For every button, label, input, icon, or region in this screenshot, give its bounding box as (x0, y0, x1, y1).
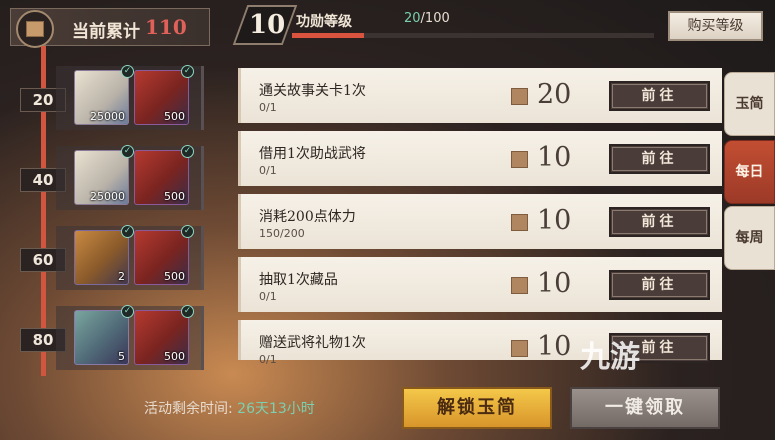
book-icon[interactable]: 500 ✓ (134, 65, 194, 125)
level-title: 功勋等级 (296, 14, 352, 30)
task-title: 借用1次助战武将 (259, 146, 366, 162)
task-points: 10 (537, 268, 572, 299)
task-progress: 0/1 (259, 101, 277, 114)
task-card: 赠送武将礼物1次 0/1 10 前往 (238, 320, 722, 366)
reward-row: 2 ✓ 500 ✓ (56, 225, 204, 290)
tab-yujian[interactable]: 玉简 (724, 72, 775, 136)
task-progress: 0/1 (259, 290, 277, 303)
task-title: 抽取1次藏品 (259, 272, 338, 288)
box-icon (511, 214, 528, 231)
task-progress: 150/200 (259, 227, 305, 240)
check-icon: ✓ (121, 145, 134, 158)
level-progress-total: /100 (420, 11, 450, 26)
level-progress-current: 20 (404, 11, 421, 26)
check-icon: ✓ (181, 65, 194, 78)
go-button[interactable]: 前往 (609, 81, 710, 111)
box-icon (511, 340, 528, 357)
unlock-button[interactable]: 解锁玉简 (402, 387, 552, 429)
go-button[interactable]: 前往 (609, 270, 710, 300)
book-icon[interactable]: 500 ✓ (134, 225, 194, 285)
go-button[interactable]: 前往 (609, 207, 710, 237)
reward-quantity: 25000 (90, 190, 125, 203)
check-icon: ✓ (121, 305, 134, 318)
task-card: 借用1次助战武将 0/1 10 前往 (238, 131, 722, 186)
reward-quantity: 2 (118, 270, 125, 283)
reward-quantity: 500 (164, 350, 185, 363)
box-icon (511, 151, 528, 168)
reward-quantity: 25000 (90, 110, 125, 123)
reward-quantity: 500 (164, 190, 185, 203)
bag-icon[interactable]: 5 ✓ (74, 305, 134, 365)
reward-row: 25000 ✓ 500 ✓ (56, 145, 204, 210)
remaining-time-label: 活动剩余时间: (144, 401, 233, 417)
remaining-time-value: 26天13小时 (237, 401, 315, 417)
cumulative-value: 110 (145, 15, 187, 39)
task-points: 10 (537, 205, 572, 236)
go-button[interactable]: 前往 (609, 144, 710, 174)
check-icon: ✓ (121, 225, 134, 238)
level-progress-text: 20/100 (404, 11, 450, 26)
book-icon[interactable]: 500 ✓ (134, 145, 194, 205)
task-card: 抽取1次藏品 0/1 10 前往 (238, 257, 722, 312)
task-points: 10 (537, 331, 572, 362)
reward-quantity: 500 (164, 270, 185, 283)
book-icon[interactable]: 500 ✓ (134, 305, 194, 365)
tab-daily[interactable]: 每日 (724, 140, 775, 204)
check-icon: ✓ (181, 145, 194, 158)
task-title: 消耗200点体力 (259, 209, 356, 225)
task-title: 通关故事关卡1次 (259, 83, 366, 99)
task-progress: 0/1 (259, 164, 277, 177)
tab-weekly[interactable]: 每周 (724, 206, 775, 270)
check-icon: ✓ (181, 305, 194, 318)
claim-all-button[interactable]: 一键领取 (570, 387, 720, 429)
box-icon (511, 88, 528, 105)
food-icon[interactable]: 2 ✓ (74, 225, 134, 285)
reward-row: 5 ✓ 500 ✓ (56, 305, 204, 370)
level-value: 10 (249, 10, 286, 40)
box-icon (16, 10, 54, 48)
scroll-icon[interactable]: 25000 ✓ (74, 145, 134, 205)
reward-row: 25000 ✓ 500 ✓ (56, 65, 204, 130)
task-card: 消耗200点体力 150/200 10 前往 (238, 194, 722, 249)
reward-quantity: 5 (118, 350, 125, 363)
task-progress: 0/1 (259, 353, 277, 366)
box-icon (511, 277, 528, 294)
cumulative-label: 当前累计 (72, 22, 140, 42)
remaining-time: 活动剩余时间: 26天13小时 (144, 398, 315, 418)
check-icon: ✓ (121, 65, 134, 78)
task-points: 10 (537, 142, 572, 173)
reward-quantity: 500 (164, 110, 185, 123)
level-progress-fill (292, 33, 365, 38)
buy-level-button[interactable]: 购买等级 (668, 11, 763, 41)
task-card: 通关故事关卡1次 0/1 20 前往 (238, 68, 722, 123)
watermark-logo: 九游 (580, 340, 640, 375)
task-points: 20 (537, 79, 572, 110)
level-progress-bar (292, 33, 654, 38)
task-title: 赠送武将礼物1次 (259, 335, 366, 351)
check-icon: ✓ (181, 225, 194, 238)
scroll-icon[interactable]: 25000 ✓ (74, 65, 134, 125)
